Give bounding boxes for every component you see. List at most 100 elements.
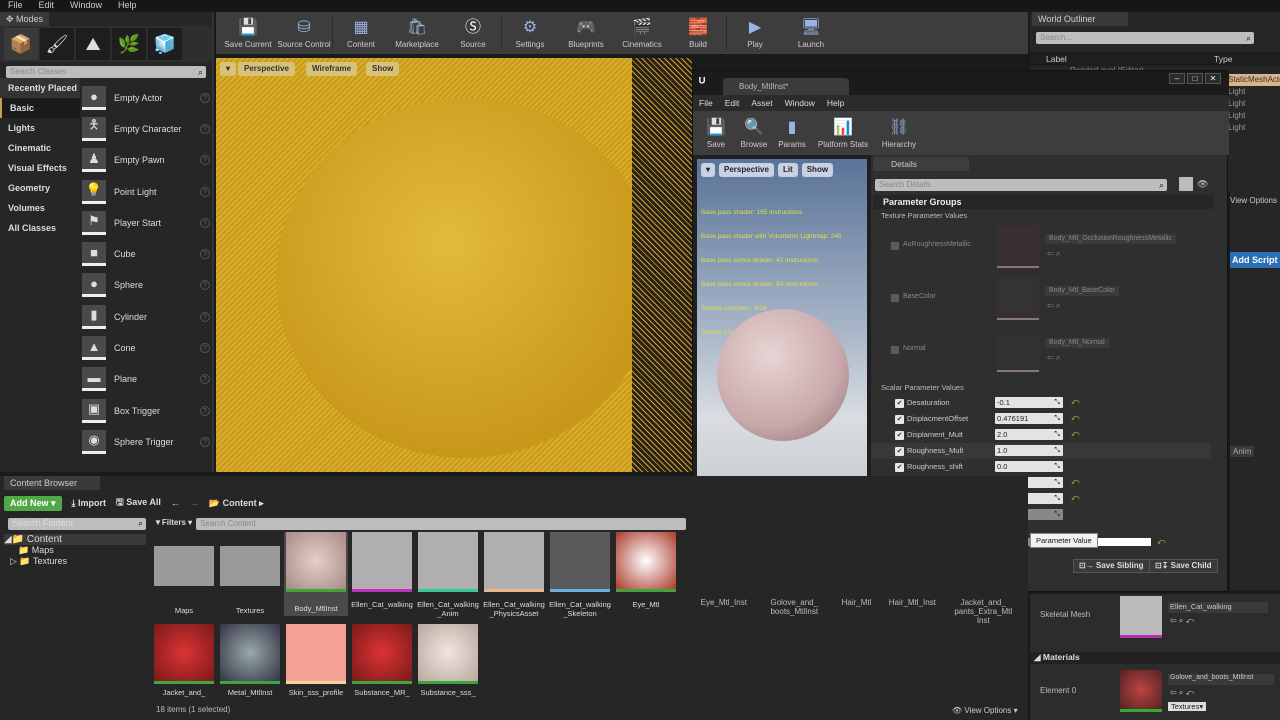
materials-section-header[interactable]: ◢ Materials: [1030, 652, 1280, 664]
search-content-input[interactable]: Search Content: [196, 518, 687, 530]
help-icon[interactable]: ?: [200, 92, 210, 103]
level-viewport[interactable]: ▾ Perspective Wireframe Show: [216, 58, 692, 472]
preview-show-button[interactable]: Show: [801, 163, 834, 177]
outliner-type[interactable]: Light: [1228, 98, 1280, 110]
use-browse-reset-icons[interactable]: ⇦ ⌕ ⤺: [1170, 616, 1194, 626]
texture-dropdown[interactable]: Body_Mtl_OcclusionRoughnessMetallic: [1045, 234, 1176, 244]
asset-tile[interactable]: Substance_MR_: [350, 624, 414, 697]
type-column-header[interactable]: Type: [1214, 54, 1232, 64]
texture-dropdown[interactable]: Body_Mtl_Normal: [1045, 338, 1109, 348]
reset-icon[interactable]: ⤺: [1071, 413, 1080, 423]
build-button[interactable]: 🧱 Build: [670, 13, 726, 53]
hierarchy-button[interactable]: ⛓ Hierarchy: [875, 113, 923, 153]
source-control-button[interactable]: ⛁ Source Control: [276, 13, 332, 53]
parameter-groups-header[interactable]: Parameter Groups: [873, 195, 1213, 209]
scalar-value-input[interactable]: 0.0: [995, 461, 1063, 472]
asset-tile[interactable]: Substance_sss_: [416, 624, 480, 697]
place-item[interactable]: ♟ Empty Pawn?: [82, 145, 210, 176]
view-options-button[interactable]: View Options: [1230, 196, 1277, 205]
texture-thumbnail[interactable]: [997, 226, 1039, 268]
save-child-button[interactable]: ⊡↧ Save Child: [1149, 559, 1218, 573]
texture-dropdown[interactable]: Body_Mtl_BaseColor: [1045, 286, 1119, 296]
scalar-value-input[interactable]: -0.1: [995, 397, 1063, 408]
param-checkbox[interactable]: ✔: [895, 431, 904, 440]
category-volumes[interactable]: Volumes: [0, 198, 80, 218]
visibility-eye-icon[interactable]: 👁: [1197, 179, 1208, 190]
place-item[interactable]: ▣ Box Trigger?: [82, 395, 210, 426]
reset-icon[interactable]: ⤺: [1071, 477, 1080, 487]
mat-menu-help[interactable]: Help: [821, 95, 850, 111]
place-item[interactable]: ◉ Sphere Trigger?: [82, 426, 210, 457]
launch-button[interactable]: 🖥 Launch: [783, 13, 839, 53]
use-browse-icons[interactable]: ⇦ ⌕: [1047, 249, 1060, 259]
asset-label[interactable]: Jacket_and_ pants_Extra_Mtl Inst: [953, 598, 1013, 625]
param-checkbox[interactable]: ✔: [895, 463, 904, 472]
textures-dropdown[interactable]: Textures▾: [1168, 702, 1207, 711]
use-browse-icons[interactable]: ⇦ ⌕: [1047, 301, 1060, 311]
path-breadcrumb[interactable]: 📂 Content ▸: [209, 498, 264, 509]
asset-tile[interactable]: Maps: [152, 532, 216, 615]
help-icon[interactable]: ?: [200, 343, 210, 354]
mat-save-button[interactable]: 💾 Save: [697, 113, 735, 153]
place-mode-icon[interactable]: 📦: [4, 28, 38, 60]
help-icon[interactable]: ?: [200, 155, 210, 166]
outliner-type[interactable]: Light: [1228, 110, 1280, 122]
reset-icon[interactable]: ⤺: [1071, 429, 1080, 439]
menu-window[interactable]: Window: [62, 0, 110, 10]
show-button[interactable]: Show: [366, 62, 400, 76]
wireframe-button[interactable]: Wireframe: [306, 62, 358, 76]
search-details-input[interactable]: Search Details ⌕: [875, 179, 1167, 191]
source-button[interactable]: Ⓢ Source: [445, 13, 501, 53]
save-sibling-button[interactable]: ⊡→ Save Sibling: [1073, 559, 1150, 573]
place-item[interactable]: ▬ Plane?: [82, 364, 210, 395]
mat-menu-asset[interactable]: Asset: [745, 95, 778, 111]
preview-options-icon[interactable]: ▾: [701, 163, 716, 177]
preview-perspective-button[interactable]: Perspective: [719, 163, 774, 177]
place-item[interactable]: ● Sphere?: [82, 270, 210, 301]
asset-tile-selected[interactable]: Body_MtlInst: [284, 532, 348, 616]
perspective-button[interactable]: Perspective: [238, 62, 295, 76]
scalar-value-input[interactable]: 0.476191: [995, 413, 1063, 424]
param-checkbox[interactable]: ✔: [895, 447, 904, 456]
help-icon[interactable]: ?: [200, 311, 210, 322]
asset-tile[interactable]: Textures: [218, 532, 282, 615]
play-button[interactable]: ▶ Play: [727, 13, 783, 53]
texture-thumbnail[interactable]: [997, 330, 1039, 372]
outliner-search-input[interactable]: Search... ⌕: [1036, 32, 1254, 44]
platform-stats-button[interactable]: 📊 Platform Stats: [811, 113, 875, 153]
skeletal-mesh-dropdown[interactable]: Ellen_Cat_walking: [1168, 602, 1268, 613]
outliner-type[interactable]: StaticMeshActor: [1228, 74, 1280, 86]
material-tab[interactable]: Body_MtlInst*: [723, 78, 849, 95]
category-recently-placed[interactable]: Recently Placed: [0, 78, 80, 98]
material-thumbnail[interactable]: [1120, 670, 1162, 712]
use-browse-icons[interactable]: ⇦ ⌕: [1047, 353, 1060, 363]
property-matrix-icon[interactable]: [1179, 177, 1193, 191]
marketplace-button[interactable]: 🛍 Marketplace: [389, 13, 445, 53]
world-outliner-tab[interactable]: World Outliner: [1032, 12, 1128, 26]
preview-lit-button[interactable]: Lit: [777, 163, 798, 177]
landscape-mode-icon[interactable]: ⛰: [76, 28, 110, 60]
add-script-button[interactable]: Add Script: [1230, 252, 1280, 268]
asset-tile[interactable]: Ellen_Cat_walking _PhysicsAsset: [482, 532, 546, 618]
param-checkbox[interactable]: [891, 346, 899, 354]
scalar-value-input[interactable]: 2.0: [995, 429, 1063, 440]
anim-dropdown[interactable]: Anim: [1230, 446, 1255, 457]
tree-item-maps[interactable]: 📁 Maps: [4, 545, 146, 556]
search-classes-input[interactable]: Search Classes ⌕: [6, 66, 206, 78]
place-item[interactable]: ■ Cube?: [82, 238, 210, 269]
menu-edit[interactable]: Edit: [31, 0, 63, 10]
params-button[interactable]: ▮ Params: [773, 113, 811, 153]
scalar-section-header[interactable]: Scalar Parameter Values: [871, 383, 1211, 392]
param-checkbox[interactable]: [891, 242, 899, 250]
close-icon[interactable]: ✕: [1205, 73, 1221, 84]
mat-menu-file[interactable]: File: [693, 95, 719, 111]
place-item[interactable]: 🯅 Empty Character?: [82, 113, 210, 144]
asset-tile[interactable]: Ellen_Cat_walking _Anim: [416, 532, 480, 618]
add-new-button[interactable]: Add New ▾: [4, 495, 62, 511]
menu-help[interactable]: Help: [110, 0, 145, 10]
mat-menu-edit[interactable]: Edit: [719, 95, 746, 111]
outliner-type[interactable]: Light: [1228, 122, 1280, 134]
category-visual-effects[interactable]: Visual Effects: [0, 158, 80, 178]
details-tab[interactable]: Details: [873, 157, 969, 171]
help-icon[interactable]: ?: [200, 280, 210, 291]
